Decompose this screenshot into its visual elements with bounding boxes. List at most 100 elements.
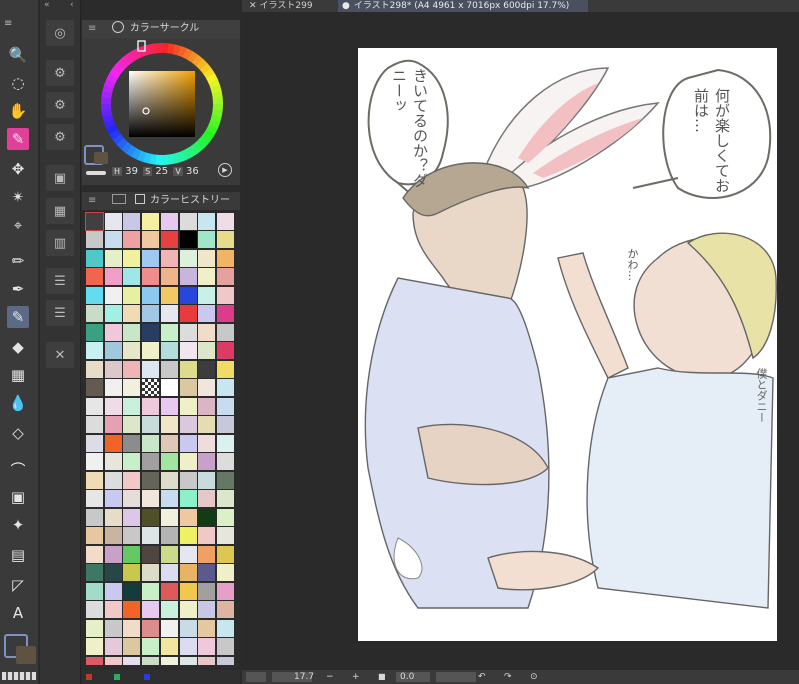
color-swatch[interactable]: [217, 508, 234, 526]
color-swatch[interactable]: [85, 564, 103, 582]
color-swatch[interactable]: [123, 527, 141, 545]
color-swatch[interactable]: [160, 638, 178, 656]
color-swatch[interactable]: [85, 527, 103, 545]
vector-icon[interactable]: ⌒: [7, 458, 29, 480]
color-swatch[interactable]: [104, 656, 122, 665]
color-swatch[interactable]: [179, 545, 197, 563]
color-swatch[interactable]: [179, 619, 197, 637]
sub-tool-1-icon[interactable]: ◎: [46, 20, 74, 46]
color-swatch[interactable]: [142, 582, 159, 600]
color-swatch[interactable]: [160, 397, 178, 415]
color-swatch[interactable]: [104, 416, 122, 434]
eyedropper-icon[interactable]: ⌖: [7, 214, 29, 236]
color-swatch[interactable]: [198, 286, 216, 304]
color-swatch[interactable]: [217, 527, 234, 545]
color-swatch[interactable]: [179, 471, 197, 489]
color-swatch[interactable]: [142, 379, 159, 397]
color-swatch[interactable]: [217, 434, 234, 452]
color-swatch[interactable]: [217, 286, 234, 304]
color-swatch[interactable]: [104, 342, 122, 360]
color-swatch[interactable]: [142, 508, 159, 526]
color-swatch[interactable]: [104, 434, 122, 452]
color-swatch[interactable]: [179, 249, 197, 267]
color-swatch[interactable]: [123, 601, 141, 619]
color-swatch[interactable]: [179, 231, 197, 249]
stop-icon[interactable]: ■: [378, 670, 386, 684]
rotate-value[interactable]: 0.0: [400, 670, 414, 684]
color-swatch[interactable]: [160, 471, 178, 489]
sub-tool-3-icon[interactable]: ⚙: [46, 92, 74, 118]
sub-tool-2-icon[interactable]: ⚙: [46, 60, 74, 86]
sub-tool-8-icon[interactable]: ☰: [46, 268, 74, 294]
color-swatch[interactable]: [85, 342, 103, 360]
color-swatch[interactable]: [85, 231, 103, 249]
color-swatch[interactable]: [85, 397, 103, 415]
color-swatch[interactable]: [198, 508, 216, 526]
color-swatch[interactable]: [179, 453, 197, 471]
color-swatch[interactable]: [85, 360, 103, 378]
color-swatch[interactable]: [198, 360, 216, 378]
rotate-right-icon[interactable]: ↷: [504, 670, 512, 684]
color-swatch[interactable]: [123, 249, 141, 267]
color-swatch[interactable]: [123, 305, 141, 323]
rotate-slider[interactable]: [436, 672, 476, 682]
sub-tool-9-icon[interactable]: ☰: [46, 300, 74, 326]
color-swatch[interactable]: [123, 619, 141, 637]
color-swatch[interactable]: [142, 212, 159, 230]
panel-menu-icon[interactable]: ≡: [88, 23, 96, 34]
color-swatch[interactable]: [142, 601, 159, 619]
eraser-icon[interactable]: ◇: [7, 422, 29, 444]
color-swatch[interactable]: [104, 453, 122, 471]
color-swatch[interactable]: [217, 416, 234, 434]
color-swatch[interactable]: [142, 231, 159, 249]
color-swatch[interactable]: [123, 471, 141, 489]
color-swatch[interactable]: [217, 638, 234, 656]
color-swatch[interactable]: [85, 323, 103, 341]
color-swatch[interactable]: [160, 490, 178, 508]
color-swatch[interactable]: [123, 508, 141, 526]
color-swatch[interactable]: [198, 379, 216, 397]
color-swatch[interactable]: [217, 212, 234, 230]
color-swatch[interactable]: [104, 619, 122, 637]
color-swatch[interactable]: [142, 397, 159, 415]
color-swatch[interactable]: [198, 212, 216, 230]
color-swatch[interactable]: [104, 360, 122, 378]
play-icon[interactable]: ▶: [218, 163, 232, 177]
color-swatch[interactable]: [179, 286, 197, 304]
color-swatch[interactable]: [217, 268, 234, 286]
color-swatch[interactable]: [104, 231, 122, 249]
color-swatch[interactable]: [142, 305, 159, 323]
color-swatch[interactable]: [85, 434, 103, 452]
zoom-out-icon[interactable]: −: [326, 670, 334, 684]
sub-tool-7-icon[interactable]: ▥: [46, 230, 74, 256]
color-swatch[interactable]: [198, 619, 216, 637]
color-swatch[interactable]: [104, 490, 122, 508]
color-swatch[interactable]: [160, 564, 178, 582]
color-swatch[interactable]: [179, 212, 197, 230]
color-swatch[interactable]: [85, 638, 103, 656]
color-swatch[interactable]: [142, 286, 159, 304]
color-swatch[interactable]: [179, 434, 197, 452]
color-swatch[interactable]: [198, 434, 216, 452]
color-swatch[interactable]: [85, 379, 103, 397]
color-swatch[interactable]: [179, 360, 197, 378]
color-swatch[interactable]: [123, 564, 141, 582]
pen-select-icon[interactable]: ✎: [7, 128, 29, 150]
color-swatch[interactable]: [160, 527, 178, 545]
color-swatch[interactable]: [198, 601, 216, 619]
color-swatch[interactable]: [142, 527, 159, 545]
color-swatch[interactable]: [85, 249, 103, 267]
color-swatch[interactable]: [198, 656, 216, 665]
color-swatch[interactable]: [179, 656, 197, 665]
color-swatch[interactable]: [198, 545, 216, 563]
color-swatch[interactable]: [142, 656, 159, 665]
color-swatch[interactable]: [160, 619, 178, 637]
color-swatch[interactable]: [217, 323, 234, 341]
color-swatch[interactable]: [179, 379, 197, 397]
color-swatch[interactable]: [179, 490, 197, 508]
color-swatch[interactable]: [104, 323, 122, 341]
zoom-value[interactable]: 17.7: [294, 670, 314, 684]
color-swatch[interactable]: [85, 268, 103, 286]
color-swatch[interactable]: [123, 360, 141, 378]
color-swatch[interactable]: [142, 416, 159, 434]
